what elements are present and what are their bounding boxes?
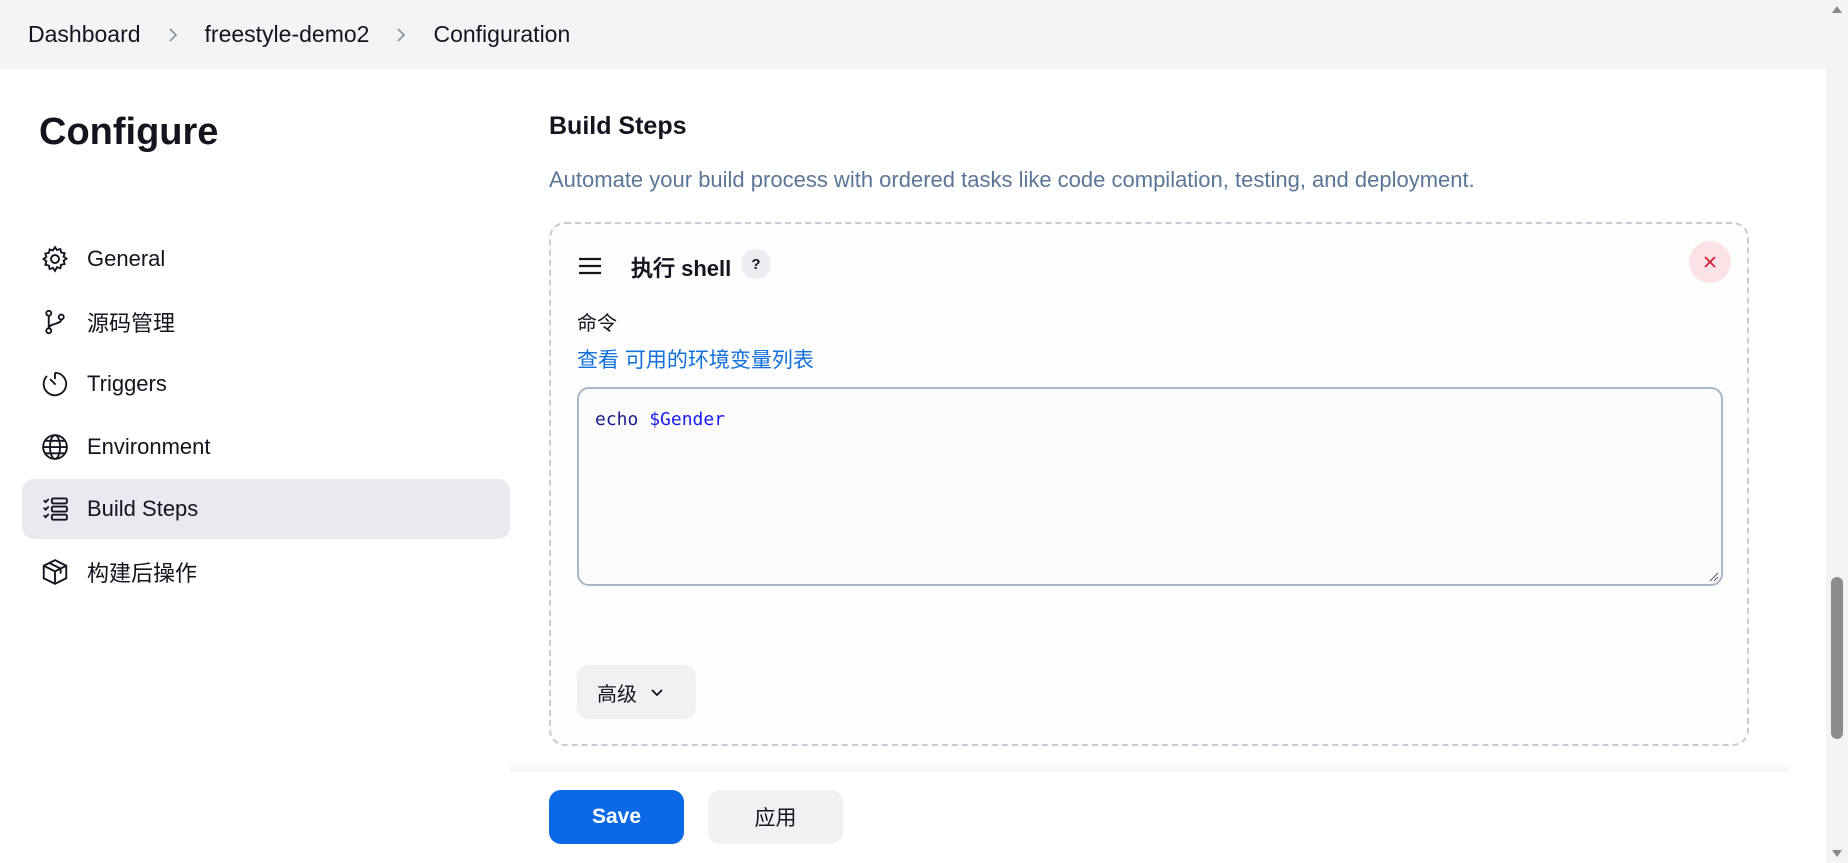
command-keyword: echo — [595, 409, 639, 430]
close-icon — [1704, 256, 1716, 268]
breadcrumb-configuration[interactable]: Configuration — [433, 21, 570, 48]
sidebar-item-label: General — [87, 246, 166, 271]
scrollbar[interactable] — [1826, 0, 1848, 863]
scroll-down-icon[interactable] — [1832, 850, 1842, 857]
sidebar-item-general[interactable]: General — [22, 229, 510, 289]
scroll-up-icon[interactable] — [1832, 6, 1842, 13]
sidebar-item-label: Build Steps — [87, 496, 199, 521]
sidebar-item-label: Triggers — [87, 371, 167, 396]
resize-grip-icon[interactable] — [1707, 570, 1719, 582]
command-textarea[interactable]: echo $Gender — [577, 387, 1723, 586]
gear-icon — [39, 243, 71, 275]
env-vars-line: 查看 可用的环境变量列表 — [577, 344, 814, 374]
sidebar-item-post-build[interactable]: 构建后操作 — [22, 542, 510, 602]
sidebar-item-label: 构建后操作 — [87, 560, 198, 586]
package-icon — [39, 556, 71, 588]
chevron-right-icon — [391, 25, 411, 45]
list-steps-icon — [39, 493, 71, 525]
sidebar-item-source[interactable]: 源码管理 — [22, 292, 510, 352]
sidebar-item-environment[interactable]: Environment — [22, 417, 510, 477]
build-step-card: 执行 shell ? 命令 查看 可用的环境变量列表 echo $Gender … — [549, 222, 1749, 746]
apply-button[interactable]: 应用 — [708, 790, 843, 844]
advanced-label: 高级 — [597, 683, 637, 706]
command-text: echo $Gender — [595, 409, 1705, 430]
step-title: 执行 shell — [631, 256, 732, 281]
scrollbar-thumb[interactable] — [1831, 577, 1843, 739]
breadcrumb-dashboard[interactable]: Dashboard — [28, 21, 141, 48]
chevron-down-icon — [651, 689, 663, 697]
section-title: Build Steps — [549, 112, 687, 140]
drag-handle-icon[interactable] — [577, 255, 603, 277]
env-vars-link[interactable]: 可用的环境变量列表 — [625, 349, 814, 372]
page-title: Configure — [39, 111, 219, 153]
advanced-button[interactable]: 高级 — [577, 665, 696, 719]
bottom-divider — [510, 760, 1790, 772]
command-variable: $Gender — [649, 409, 726, 430]
source-branch-icon — [39, 306, 71, 338]
sidebar-item-label: 源码管理 — [87, 310, 176, 336]
sidebar-nav: General 源码管理 Triggers Environment Build … — [22, 229, 510, 604]
env-vars-prefix: 查看 — [577, 349, 625, 372]
breadcrumb: Dashboard freestyle-demo2 Configuration — [0, 0, 1826, 69]
globe-icon — [39, 431, 71, 463]
sidebar-item-label: Environment — [87, 433, 211, 459]
breadcrumb-project[interactable]: freestyle-demo2 — [205, 21, 370, 48]
sidebar-item-triggers[interactable]: Triggers — [22, 354, 510, 414]
timer-icon — [39, 368, 71, 400]
sidebar-item-build-steps[interactable]: Build Steps — [22, 479, 510, 539]
help-button[interactable]: ? — [741, 249, 771, 279]
command-label: 命令 — [577, 313, 617, 335]
delete-step-button[interactable] — [1689, 241, 1731, 283]
save-button[interactable]: Save — [549, 790, 684, 844]
chevron-right-icon — [163, 25, 183, 45]
section-description: Automate your build process with ordered… — [549, 167, 1475, 192]
